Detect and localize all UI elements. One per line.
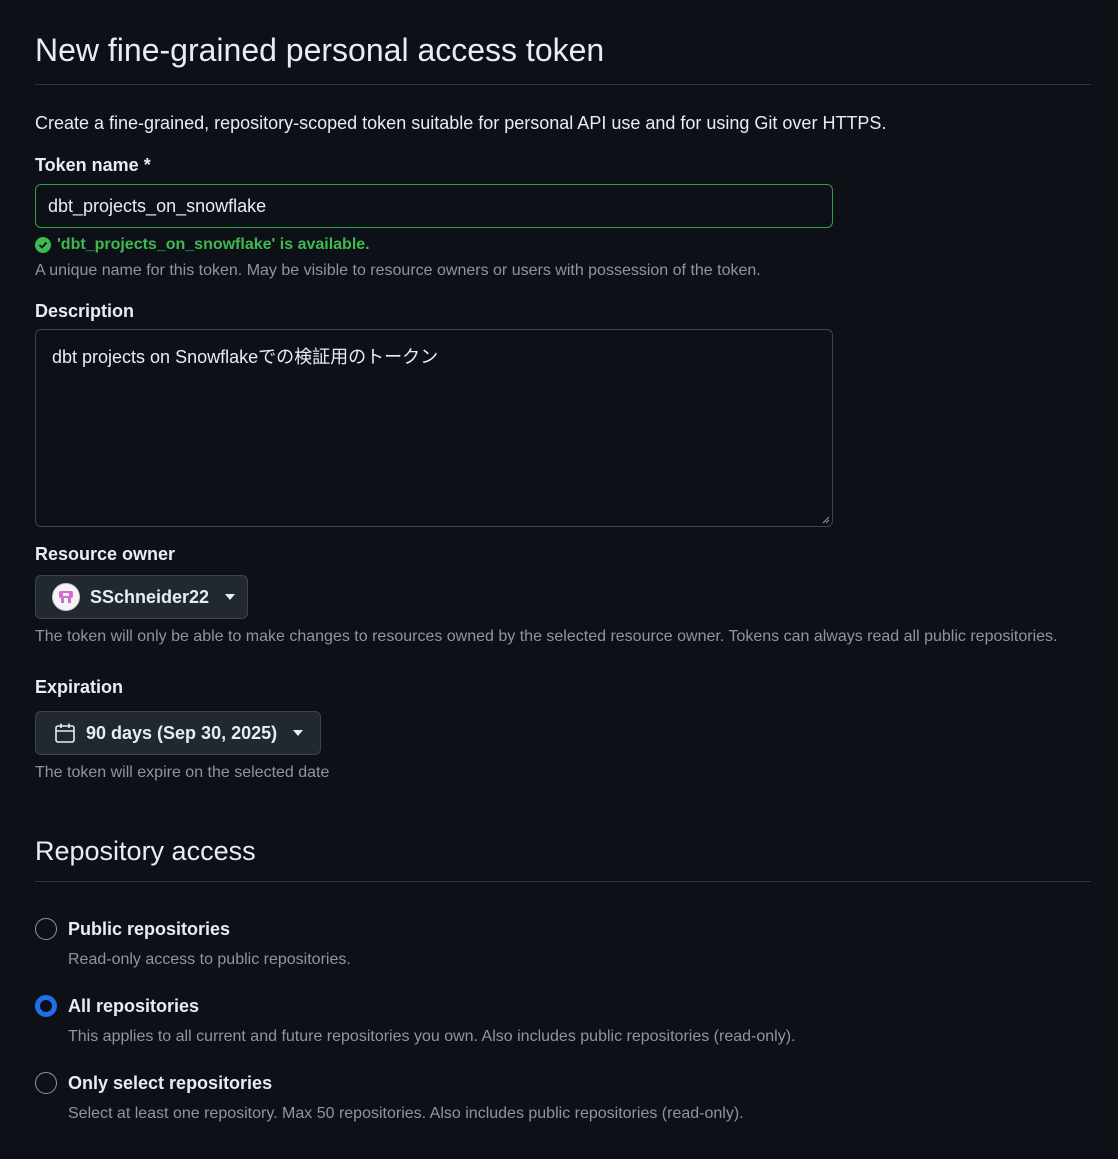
radio-button[interactable] [35, 1072, 57, 1094]
radio-label: Public repositories [68, 919, 231, 939]
radio-button-checked[interactable] [35, 995, 57, 1017]
availability-text: 'dbt_projects_on_snowflake' is available… [57, 236, 370, 253]
radio-label: All repositories [68, 996, 200, 1016]
expiration-label: Expiration [35, 677, 124, 697]
caret-down-icon [225, 594, 236, 600]
radio-all-repositories[interactable]: All repositories [35, 994, 199, 1018]
repository-access-title: Repository access [35, 836, 256, 866]
description-value: dbt projects on Snowflakeでの検証用のトークン [52, 347, 439, 367]
expiration-select[interactable]: 90 days (Sep 30, 2025) [35, 711, 321, 755]
caret-down-icon [293, 730, 304, 736]
radio-button[interactable] [35, 918, 57, 940]
radio-only-select-repositories[interactable]: Only select repositories [35, 1071, 272, 1095]
resource-owner-label: Resource owner [35, 544, 176, 564]
expiration-hint: The token will expire on the selected da… [35, 764, 330, 781]
page-title: New fine-grained personal access token [35, 32, 605, 68]
resize-handle-icon[interactable] [822, 516, 830, 524]
token-name-input[interactable]: dbt_projects_on_snowflake [35, 184, 833, 228]
section-divider [35, 881, 1091, 882]
token-name-hint: A unique name for this token. May be vis… [35, 262, 761, 279]
token-settings-page: New fine-grained personal access token C… [0, 0, 1118, 1159]
token-name-availability: 'dbt_projects_on_snowflake' is available… [35, 234, 370, 256]
radio-label: Only select repositories [68, 1073, 273, 1093]
radio-hint: Select at least one repository. Max 50 r… [68, 1105, 744, 1122]
description-textarea[interactable]: dbt projects on Snowflakeでの検証用のトークン [35, 329, 833, 527]
calendar-icon [55, 723, 75, 743]
intro-text: Create a fine-grained, repository-scoped… [35, 113, 887, 133]
resource-owner-select[interactable]: SSchneider22 [35, 575, 248, 619]
title-divider [35, 84, 1091, 85]
check-circle-icon [35, 237, 51, 253]
radio-hint: This applies to all current and future r… [68, 1028, 796, 1045]
expiration-value: 90 days (Sep 30, 2025) [86, 722, 278, 743]
description-label: Description [35, 301, 135, 321]
avatar [52, 583, 80, 611]
radio-public-repositories[interactable]: Public repositories [35, 917, 230, 941]
resource-owner-value: SSchneider22 [90, 586, 210, 607]
token-name-label: Token name * [35, 155, 151, 175]
radio-hint: Read-only access to public repositories. [68, 951, 351, 968]
resource-owner-hint: The token will only be able to make chan… [35, 628, 1058, 645]
